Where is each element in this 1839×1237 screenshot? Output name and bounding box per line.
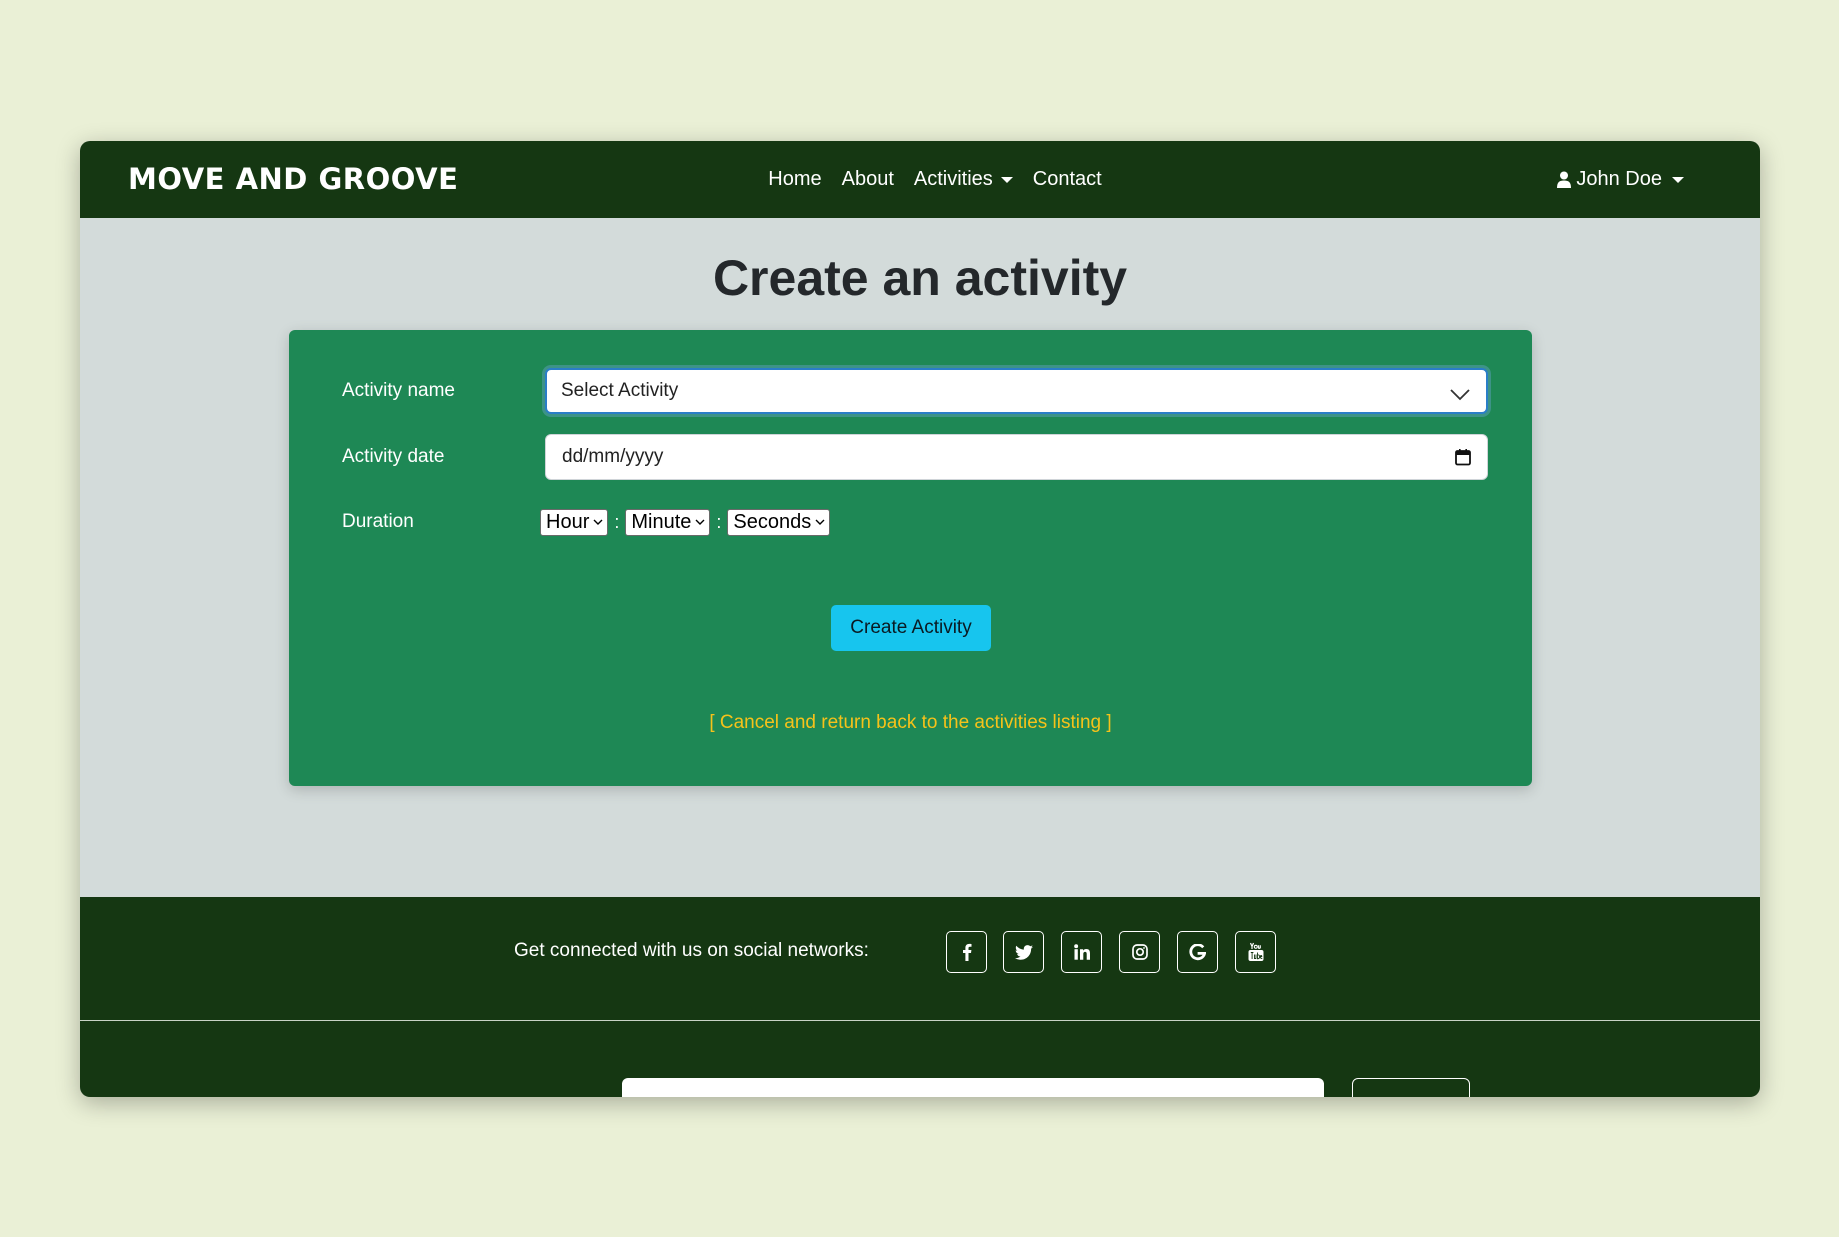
activity-name-select[interactable]: Select Activity — [545, 368, 1488, 414]
nav-link-about[interactable]: About — [832, 168, 904, 191]
facebook-icon — [962, 943, 971, 961]
user-menu[interactable]: John Doe — [1557, 141, 1684, 218]
duration-hour-value: Hour — [546, 511, 590, 533]
instagram-button[interactable] — [1119, 931, 1160, 973]
linkedin-button[interactable] — [1061, 931, 1102, 973]
newsletter-email-input[interactable] — [622, 1078, 1324, 1097]
activity-name-label: Activity name — [342, 380, 455, 401]
youtube-icon — [1248, 942, 1263, 961]
create-activity-button[interactable]: Create Activity — [831, 605, 991, 651]
page-title: Create an activity — [712, 250, 1128, 306]
duration-label: Duration — [342, 511, 414, 532]
duration-seconds-value: Seconds — [733, 511, 812, 533]
duration-separator: : — [614, 512, 620, 532]
browser-viewport: MOVE AND GROOVE Home About Activities Co… — [80, 141, 1760, 1097]
twitter-icon — [1014, 944, 1033, 960]
duration-minute-select[interactable]: Minute — [625, 509, 711, 536]
subscribe-button[interactable] — [1352, 1078, 1470, 1097]
caret-down-icon — [1672, 176, 1684, 183]
duration-selects: Hour : Minute : Seconds — [540, 509, 831, 536]
navbar: MOVE AND GROOVE Home About Activities Co… — [80, 141, 1760, 218]
facebook-button[interactable] — [946, 931, 987, 973]
cancel-link[interactable]: [ Cancel and return back to the activiti… — [289, 712, 1532, 734]
chevron-down-icon — [815, 519, 825, 526]
activity-date-label: Activity date — [342, 446, 445, 467]
chevron-down-icon — [593, 519, 603, 526]
duration-seconds-select[interactable]: Seconds — [727, 509, 831, 536]
footer: Get connected with us on social networks… — [80, 897, 1760, 1097]
nav-link-home[interactable]: Home — [758, 168, 831, 191]
google-icon — [1189, 943, 1206, 960]
activity-date-placeholder: dd/mm/yyyy — [562, 446, 664, 467]
chevron-down-icon — [695, 519, 705, 526]
google-button[interactable] — [1177, 931, 1218, 973]
user-name: John Doe — [1576, 168, 1662, 190]
social-icons — [946, 931, 1276, 973]
chevron-down-icon — [1450, 389, 1470, 401]
nav-link-contact[interactable]: Contact — [1023, 168, 1112, 191]
caret-down-icon — [1000, 176, 1013, 183]
footer-divider — [80, 1020, 1760, 1021]
twitter-button[interactable] — [1003, 931, 1044, 973]
duration-separator: : — [716, 512, 722, 532]
nav-links: Home About Activities Contact — [80, 141, 1760, 218]
user-icon — [1557, 171, 1572, 188]
youtube-button[interactable] — [1235, 931, 1276, 973]
create-activity-form: Activity name Select Activity Activity d… — [289, 330, 1532, 786]
duration-minute-value: Minute — [631, 511, 692, 533]
instagram-icon — [1131, 944, 1148, 960]
nav-dropdown-activities[interactable]: Activities — [904, 168, 1023, 191]
linkedin-icon — [1073, 944, 1090, 960]
activity-name-selected-value: Select Activity — [561, 380, 679, 401]
nav-link-activities-label: Activities — [913, 168, 993, 190]
social-networks-text: Get connected with us on social networks… — [514, 940, 869, 961]
calendar-icon[interactable] — [1455, 449, 1471, 466]
activity-date-input[interactable]: dd/mm/yyyy — [545, 434, 1488, 480]
duration-hour-select[interactable]: Hour — [540, 509, 609, 536]
